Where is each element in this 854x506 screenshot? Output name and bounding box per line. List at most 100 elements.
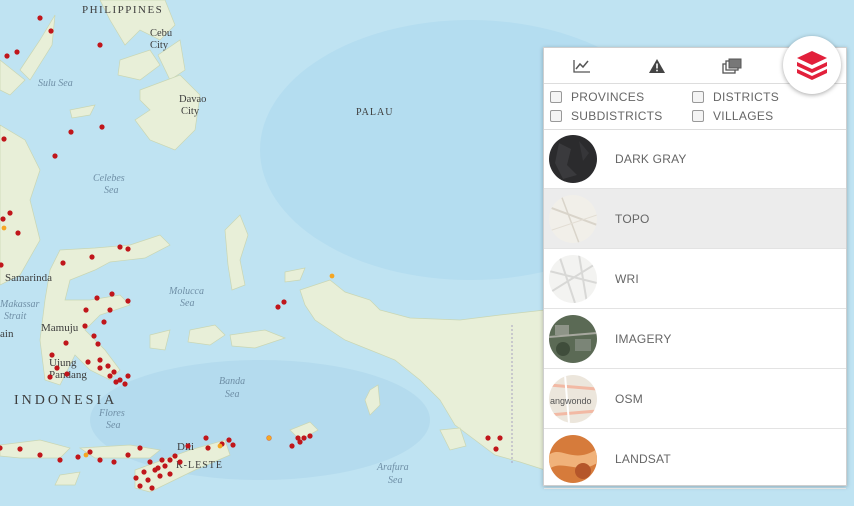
incident-point[interactable]: [137, 483, 143, 489]
incident-point[interactable]: [149, 485, 155, 491]
basemap-label: IMAGERY: [615, 331, 672, 346]
incident-point[interactable]: [52, 153, 58, 159]
incident-point[interactable]: [493, 446, 499, 452]
incident-point[interactable]: [87, 449, 93, 455]
incident-point[interactable]: [57, 457, 63, 463]
incident-point[interactable]: [49, 352, 55, 358]
incident-point[interactable]: [122, 381, 128, 387]
incident-point[interactable]: [97, 357, 103, 363]
incident-point[interactable]: [64, 371, 70, 377]
tab-layers[interactable]: [694, 48, 769, 83]
tab-alerts[interactable]: [619, 48, 694, 83]
incident-point[interactable]: [0, 216, 6, 222]
incident-point[interactable]: [125, 298, 131, 304]
checkbox-districts[interactable]: DISTRICTS: [692, 90, 779, 104]
incident-point[interactable]: [94, 295, 100, 301]
incident-point-alt[interactable]: [83, 452, 89, 458]
incident-point[interactable]: [109, 291, 115, 297]
incident-point[interactable]: [125, 246, 131, 252]
incident-point[interactable]: [63, 340, 69, 346]
checkbox-box[interactable]: [692, 91, 704, 103]
incident-point-alt[interactable]: [217, 443, 223, 449]
incident-point[interactable]: [167, 471, 173, 477]
incident-point[interactable]: [203, 435, 209, 441]
incident-point[interactable]: [85, 359, 91, 365]
incident-point[interactable]: [125, 452, 131, 458]
basemap-wri[interactable]: WRI: [544, 249, 846, 309]
basemap-imagery[interactable]: IMAGERY: [544, 309, 846, 369]
incident-point[interactable]: [275, 304, 281, 310]
incident-point[interactable]: [97, 365, 103, 371]
incident-point[interactable]: [101, 319, 107, 325]
incident-point[interactable]: [7, 210, 13, 216]
incident-point[interactable]: [125, 373, 131, 379]
incident-point[interactable]: [137, 445, 143, 451]
incident-point[interactable]: [97, 42, 103, 48]
incident-point[interactable]: [83, 307, 89, 313]
incident-point[interactable]: [307, 433, 313, 439]
basemap-osm[interactable]: angwondo OSM: [544, 369, 846, 429]
checkbox-box[interactable]: [692, 110, 704, 122]
incident-point[interactable]: [37, 452, 43, 458]
incident-point[interactable]: [147, 459, 153, 465]
incident-point[interactable]: [289, 443, 295, 449]
incident-point[interactable]: [4, 53, 10, 59]
incident-point[interactable]: [107, 307, 113, 313]
incident-point[interactable]: [113, 379, 119, 385]
checkbox-villages[interactable]: VILLAGES: [692, 109, 773, 123]
incident-point[interactable]: [145, 477, 151, 483]
incident-point[interactable]: [162, 463, 168, 469]
incident-point[interactable]: [95, 341, 101, 347]
incident-point-alt[interactable]: [329, 273, 335, 279]
basemap-topo[interactable]: TOPO: [544, 189, 846, 249]
incident-point[interactable]: [89, 254, 95, 260]
incident-point[interactable]: [133, 475, 139, 481]
incident-point[interactable]: [117, 244, 123, 250]
basemap-landsat[interactable]: LANDSAT: [544, 429, 846, 489]
incident-point[interactable]: [155, 465, 161, 471]
incident-point[interactable]: [47, 374, 53, 380]
basemap-toggle-button[interactable]: [783, 36, 841, 94]
incident-point[interactable]: [111, 369, 117, 375]
incident-point[interactable]: [185, 443, 191, 449]
incident-point[interactable]: [301, 435, 307, 441]
incident-point[interactable]: [97, 457, 103, 463]
incident-point[interactable]: [177, 459, 183, 465]
checkbox-subdistricts[interactable]: SUBDISTRICTS: [550, 109, 663, 123]
incident-point[interactable]: [105, 363, 111, 369]
incident-point[interactable]: [497, 435, 503, 441]
incident-point[interactable]: [68, 129, 74, 135]
incident-point[interactable]: [48, 28, 54, 34]
checkbox-provinces[interactable]: PROVINCES: [550, 90, 644, 104]
incident-point-alt[interactable]: [1, 225, 7, 231]
incident-point[interactable]: [99, 124, 105, 130]
incident-point[interactable]: [111, 459, 117, 465]
incident-point[interactable]: [75, 454, 81, 460]
incident-point[interactable]: [15, 230, 21, 236]
incident-point[interactable]: [226, 437, 232, 443]
incident-point[interactable]: [17, 446, 23, 452]
incident-point-alt[interactable]: [266, 435, 272, 441]
incident-point[interactable]: [485, 435, 491, 441]
incident-point[interactable]: [91, 333, 97, 339]
incident-point[interactable]: [205, 445, 211, 451]
incident-point[interactable]: [54, 365, 60, 371]
incident-point[interactable]: [141, 469, 147, 475]
incident-point[interactable]: [159, 457, 165, 463]
incident-point[interactable]: [157, 473, 163, 479]
incident-point[interactable]: [167, 457, 173, 463]
incident-point[interactable]: [172, 453, 178, 459]
incident-point[interactable]: [230, 442, 236, 448]
incident-point[interactable]: [37, 15, 43, 21]
incident-point[interactable]: [1, 136, 7, 142]
incident-point[interactable]: [82, 323, 88, 329]
incident-point[interactable]: [60, 260, 66, 266]
checkbox-box[interactable]: [550, 110, 562, 122]
checkbox-box[interactable]: [550, 91, 562, 103]
incident-point[interactable]: [281, 299, 287, 305]
incident-point[interactable]: [107, 373, 113, 379]
incident-point[interactable]: [295, 435, 301, 441]
incident-point[interactable]: [14, 49, 20, 55]
tab-chart[interactable]: [544, 48, 619, 83]
basemap-dark-gray[interactable]: DARK GRAY: [544, 129, 846, 189]
